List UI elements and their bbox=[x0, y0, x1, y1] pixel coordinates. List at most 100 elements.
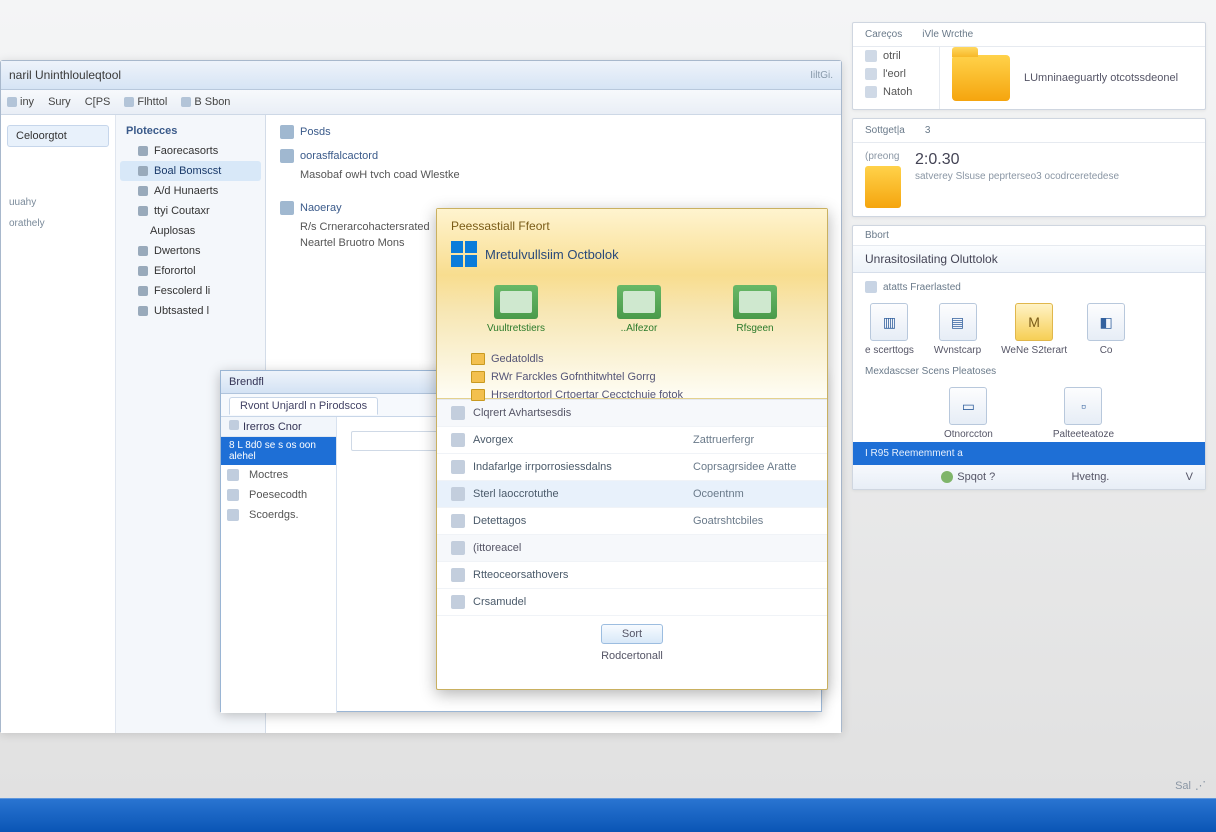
folder-icon bbox=[865, 166, 901, 208]
nav-item-1[interactable]: Boal Bomscst bbox=[120, 161, 261, 181]
tile-1[interactable]: ..Alfezor bbox=[617, 285, 661, 334]
p2-tab-1[interactable]: 3 bbox=[925, 125, 931, 136]
folder-icon bbox=[952, 55, 1010, 101]
p2-sub: (preong bbox=[865, 151, 901, 162]
p3-icon2-1[interactable]: ▫Palteeteatoze bbox=[1053, 387, 1114, 440]
tb-item-1[interactable]: Sury bbox=[48, 96, 71, 108]
section-1-head: Posds bbox=[280, 125, 827, 139]
sub-li-0[interactable]: Moctres bbox=[221, 465, 336, 485]
p1-tab-0[interactable]: Careços bbox=[865, 29, 902, 40]
p2-number: 2:0.30 bbox=[915, 151, 1119, 169]
tb-item-2[interactable]: C[PS bbox=[85, 96, 111, 108]
popup-link-0[interactable]: Gedatoldls bbox=[451, 350, 813, 368]
p1-row-1[interactable]: l'eorl bbox=[853, 65, 939, 83]
nav-item-5[interactable]: Dwertons bbox=[120, 241, 261, 261]
tb-item-3[interactable]: Flhttol bbox=[124, 96, 167, 108]
item-icon bbox=[451, 433, 465, 447]
popup-row-2[interactable]: Sterl laoccrotutheOcoentnm bbox=[437, 481, 827, 508]
folder-icon bbox=[138, 146, 148, 156]
main-title: naril Uninthlouleqtool bbox=[9, 68, 121, 82]
item-icon bbox=[451, 514, 465, 528]
nav-item-6[interactable]: Eforortol bbox=[120, 261, 261, 281]
folder-icon bbox=[138, 186, 148, 196]
popup-subtitle: Peessastiall Ffeort bbox=[451, 219, 813, 233]
item-icon bbox=[451, 595, 465, 609]
sub-selected-row[interactable]: 8 L 8d0 se s os oon alehel bbox=[221, 437, 336, 465]
feature-popup: Peessastiall Ffeort Mretulvullsiim Octbo… bbox=[436, 208, 828, 690]
resize-grip-icon[interactable]: ⋰ bbox=[1195, 779, 1208, 792]
item-icon bbox=[865, 68, 877, 80]
left-pill[interactable]: Celoorgtot bbox=[7, 125, 109, 147]
folder-icon bbox=[138, 286, 148, 296]
popup-row-4[interactable]: Rtteoceorsathovers bbox=[437, 562, 827, 589]
app-icon bbox=[494, 285, 538, 319]
p1-row-0[interactable]: otril bbox=[853, 47, 939, 65]
p3-icon-3[interactable]: ◧Co bbox=[1087, 303, 1125, 356]
nav-item-7[interactable]: Fescolerd li bbox=[120, 281, 261, 301]
taskbar[interactable] bbox=[0, 798, 1216, 832]
doc-icon bbox=[280, 201, 294, 215]
popup-row-3[interactable]: DetettagosGoatrshtcbiles bbox=[437, 508, 827, 535]
right-panel-3: Bbort Unrasitosilating Oluttolok atatts … bbox=[852, 225, 1206, 490]
p1-row-2[interactable]: Natoh bbox=[853, 83, 939, 101]
corner-widget[interactable]: Sal⋰ bbox=[1175, 779, 1208, 792]
popup-row-1[interactable]: Indafarlge irrporrosiessdalnsCoprsagrsid… bbox=[437, 454, 827, 481]
popup-list: Clqrert Avhartsesdis AvorgexZattruerferg… bbox=[437, 399, 827, 616]
main-titlebar[interactable]: naril Uninthlouleqtool IiltGi. bbox=[1, 61, 841, 90]
tile-0[interactable]: Vuultretstiers bbox=[487, 285, 545, 334]
item-icon bbox=[865, 50, 877, 62]
popup-footer-text: Rodcertonall bbox=[601, 650, 663, 662]
titlebar-tag: IiltGi. bbox=[810, 70, 833, 81]
p3-tabs[interactable]: Bbort bbox=[865, 230, 889, 241]
p3-blue-strip[interactable]: I R95 Reememment a bbox=[853, 442, 1205, 465]
doc-icon bbox=[280, 149, 294, 163]
p3-foot-btn-1[interactable]: Spqot ? bbox=[941, 471, 995, 483]
p3-sec2: Mexdascser Scens Pleatoses bbox=[853, 358, 1205, 379]
p1-big-label: LUmninaeguartly otcotssdeonel bbox=[1024, 72, 1178, 84]
item-icon bbox=[451, 568, 465, 582]
folder-icon bbox=[138, 166, 148, 176]
tb-item-0[interactable]: iny bbox=[7, 96, 34, 108]
nav-item-0[interactable]: Faorecasorts bbox=[120, 141, 261, 161]
popup-list-header: Clqrert Avhartsesdis bbox=[437, 400, 827, 427]
folder-icon bbox=[138, 246, 148, 256]
p3-title: Unrasitosilating Oluttolok bbox=[853, 246, 1205, 273]
item-icon bbox=[451, 487, 465, 501]
list-icon bbox=[451, 541, 465, 555]
sub-left-pane: Irerros Cnor 8 L 8d0 se s os oon alehel … bbox=[221, 417, 337, 713]
p1-tab-1[interactable]: iVle Wrcthe bbox=[922, 29, 973, 40]
p3-footer: Spqot ? Hvetng. V bbox=[853, 465, 1205, 489]
popup-link-1[interactable]: RWr Farckles Gofnthitwhtel Gorrg bbox=[451, 368, 813, 386]
nav-item-2[interactable]: A/d Hunaerts bbox=[120, 181, 261, 201]
section-icon bbox=[865, 281, 877, 293]
p3-icon-0[interactable]: ▥e scerttogs bbox=[865, 303, 914, 356]
nav-item-4[interactable]: Auplosas bbox=[120, 221, 261, 241]
item-icon bbox=[865, 86, 877, 98]
popup-sort-button[interactable]: Sort bbox=[601, 624, 663, 644]
popup-row-5[interactable]: Crsamudel bbox=[437, 589, 827, 616]
tile-2[interactable]: Rfsgeen bbox=[733, 285, 777, 334]
p3-sec1: atatts Fraerlasted bbox=[853, 273, 1205, 295]
folder-icon bbox=[138, 266, 148, 276]
popup-row-0[interactable]: AvorgexZattruerfergr bbox=[437, 427, 827, 454]
app-icon bbox=[617, 285, 661, 319]
folder-icon bbox=[138, 206, 148, 216]
tb-item-4[interactable]: B Sbon bbox=[181, 96, 230, 108]
nav-item-8[interactable]: Ubtsasted l bbox=[120, 301, 261, 321]
p3-icon-2[interactable]: MWeNe S2terart bbox=[1001, 303, 1067, 356]
popup-separator: (ittoreacel bbox=[437, 535, 827, 562]
sub-li-2[interactable]: Scoerdgs. bbox=[221, 505, 336, 525]
nav-item-3[interactable]: ttyi Coutaxr bbox=[120, 201, 261, 221]
p2-desc: satverey Slsuse peprterseo3 ocodrcereted… bbox=[915, 171, 1119, 182]
p3-icon2-0[interactable]: ▭Otnorccton bbox=[944, 387, 993, 440]
p2-tab-0[interactable]: Sottget|a bbox=[865, 125, 905, 136]
app-icon: ▥ bbox=[870, 303, 908, 341]
section-2-head: oorasffalcactord bbox=[280, 149, 827, 163]
app-icon bbox=[733, 285, 777, 319]
p3-foot-btn-3[interactable]: V bbox=[1186, 471, 1193, 483]
p3-foot-btn-2[interactable]: Hvetng. bbox=[1071, 471, 1109, 483]
sub-tab-active[interactable]: Rvont Unjardl n Pirodscos bbox=[229, 397, 378, 415]
sub-left-header: Irerros Cnor bbox=[221, 417, 336, 437]
p3-icon-1[interactable]: ▤Wvnstcarp bbox=[934, 303, 981, 356]
sub-li-1[interactable]: Poesecodth bbox=[221, 485, 336, 505]
